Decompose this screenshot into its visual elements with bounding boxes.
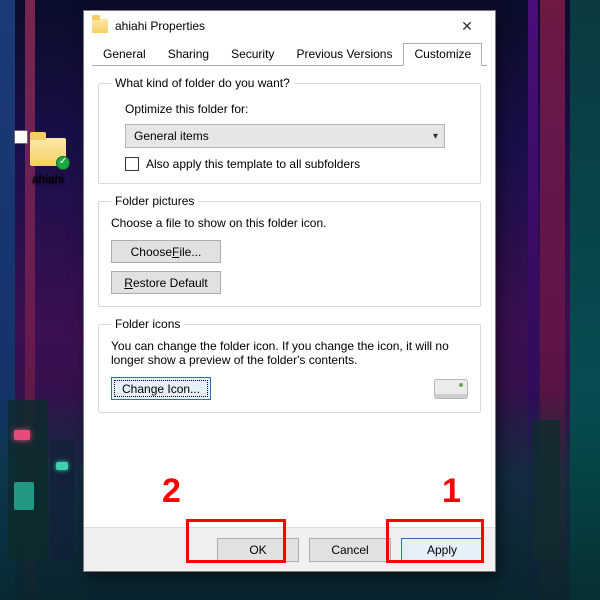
folder-icon [92,19,108,33]
choose-file-button-post: ile... [179,245,201,259]
restore-default-button-hotkey: R [124,276,133,290]
group-folder-pictures-legend: Folder pictures [111,194,198,208]
chevron-down-icon: ▾ [433,131,438,142]
choose-file-button[interactable]: Choose File... [111,240,221,263]
desktop-folder-ahiahi[interactable]: ahiahi [18,138,78,186]
group-folder-kind-legend: What kind of folder do you want? [111,76,294,90]
folder-icon [30,138,66,166]
apply-button[interactable]: Apply [401,538,483,562]
titlebar[interactable]: ahiahi Properties ✕ [84,11,495,41]
close-icon: ✕ [461,18,473,35]
window-title: ahiahi Properties [115,19,445,33]
restore-default-button-post: estore Default [133,276,208,290]
tab-general[interactable]: General [92,43,157,65]
choose-file-button-hotkey: F [172,245,179,259]
group-folder-pictures: Folder pictures Choose a file to show on… [98,194,481,307]
choose-file-button-pre: Choose [131,245,172,259]
group-folder-icons: Folder icons You can change the folder i… [98,317,481,413]
drive-icon [434,379,468,399]
also-apply-checkbox[interactable] [125,157,139,171]
properties-dialog: ahiahi Properties ✕ General Sharing Secu… [83,10,496,572]
choose-file-hint: Choose a file to show on this folder ico… [111,216,468,230]
selection-checkbox[interactable] [14,130,28,144]
tab-customize[interactable]: Customize [403,43,482,66]
close-button[interactable]: ✕ [445,12,489,40]
change-icon-button[interactable]: Change Icon... [111,377,211,400]
desktop-wallpaper: ahiahi ahiahi Properties ✕ General Shari… [0,0,600,600]
optimize-label: Optimize this folder for: [125,102,468,116]
tab-previous-versions[interactable]: Previous Versions [285,43,403,65]
group-folder-kind: What kind of folder do you want? Optimiz… [98,76,481,184]
dialog-footer: OK Cancel Apply [84,527,495,571]
folder-icons-desc: You can change the folder icon. If you c… [111,339,468,367]
desktop-icon-label: ahiahi [18,172,78,186]
tab-sharing[interactable]: Sharing [157,43,220,65]
tab-content-customize: What kind of folder do you want? Optimiz… [84,66,495,527]
sync-ok-badge-icon [56,156,70,170]
tabstrip: General Sharing Security Previous Versio… [84,41,495,65]
cancel-button[interactable]: Cancel [309,538,391,562]
also-apply-label: Also apply this template to all subfolde… [146,157,360,171]
restore-default-button[interactable]: Restore Default [111,271,221,294]
optimize-combo-value: General items [134,129,209,143]
tab-security[interactable]: Security [220,43,285,65]
group-folder-icons-legend: Folder icons [111,317,184,331]
optimize-combo[interactable]: General items ▾ [125,124,445,148]
ok-button[interactable]: OK [217,538,299,562]
